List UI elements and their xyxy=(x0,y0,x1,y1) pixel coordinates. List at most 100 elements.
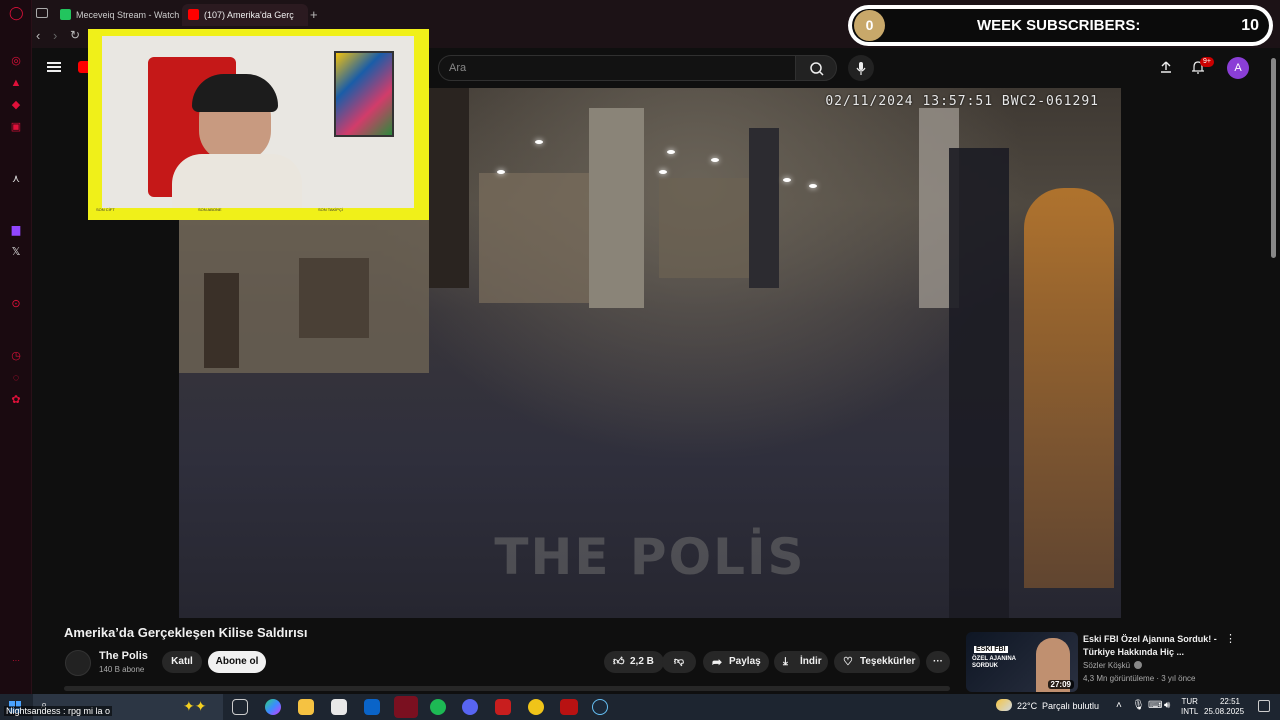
tab-manager-icon[interactable] xyxy=(36,8,48,18)
recommended-title[interactable]: Eski FBI Özel Ajanına Sorduk! - Türkiye … xyxy=(1083,633,1218,659)
sidebar-more-icon[interactable]: ··· xyxy=(9,654,23,668)
weather-temperature[interactable]: 22°C xyxy=(1017,701,1037,711)
sidebar-x-icon[interactable]: 𝕏 xyxy=(9,245,23,259)
sidebar-settings-icon[interactable]: ✿ xyxy=(9,393,23,407)
join-button[interactable]: Katıl xyxy=(162,651,202,673)
mic-icon xyxy=(856,62,866,75)
sidebar-arc-icon[interactable]: ⋏ xyxy=(9,172,23,186)
subscriber-goal-title: WEEK SUBSCRIBERS: xyxy=(977,17,1141,34)
tab-favicon-icon xyxy=(60,9,71,20)
like-button[interactable]: 👍︎ 2,2 B xyxy=(604,651,664,673)
channel-subscriber-count: 140 B abone xyxy=(99,665,145,674)
bodycam-timestamp: 02/11/2024 13:57:51 BWC2-061291 xyxy=(825,94,1099,109)
overlay-label: SON TAKİPÇİ xyxy=(318,207,343,212)
video-scene-door xyxy=(299,258,369,338)
share-button[interactable]: ➦ Paylaş xyxy=(703,651,769,673)
tab-youtube[interactable]: (107) Amerika'da Gerç xyxy=(182,4,308,26)
thumbs-up-icon: 👍︎ xyxy=(613,656,625,668)
search-icon xyxy=(810,62,824,76)
subscriber-goal-overlay: 0 WEEK SUBSCRIBERS: 10 xyxy=(848,5,1273,46)
language-code: TUR xyxy=(1181,697,1198,706)
game-launcher-icon[interactable] xyxy=(495,699,511,715)
sidebar-player-icon[interactable]: ⊙ xyxy=(9,297,23,311)
overlay-label: SON CİFT xyxy=(96,207,115,212)
sidebar-history-icon[interactable]: ◷ xyxy=(9,349,23,363)
recommended-thumbnail[interactable]: ESKİ FBI ÖZEL AJANINA SORDUK 27:09 xyxy=(966,632,1078,692)
ceiling-light xyxy=(497,170,505,174)
steam-icon[interactable] xyxy=(592,699,608,715)
sidebar-shield-icon[interactable]: ◆ xyxy=(9,98,23,112)
menu-icon[interactable] xyxy=(47,62,61,72)
webcam-feed xyxy=(102,36,414,208)
account-avatar[interactable]: A xyxy=(1227,57,1249,79)
sidebar-chat-icon[interactable]: ◌ xyxy=(9,371,23,385)
sidebar-store-icon[interactable]: ▲ xyxy=(9,76,23,90)
volume-icon[interactable]: 🔊︎ xyxy=(1164,700,1170,711)
mic-tray-icon[interactable]: 🎙︎ xyxy=(1132,700,1145,711)
subscribe-button[interactable]: Abone ol xyxy=(208,651,266,673)
outlook-icon[interactable] xyxy=(364,699,380,715)
youtube-favicon-icon xyxy=(188,9,199,20)
sidebar-twitch-icon[interactable]: ▆ xyxy=(9,223,23,237)
weather-description[interactable]: Parçalı bulutlu xyxy=(1042,701,1099,711)
dislike-button[interactable]: 👎︎ xyxy=(662,651,696,673)
video-watermark: THE POLİS xyxy=(494,528,806,586)
streamer-hair xyxy=(192,74,278,112)
recommended-menu-icon[interactable]: ⋮ xyxy=(1225,632,1236,645)
opera-gx-taskbar-icon[interactable] xyxy=(394,696,418,718)
channel-avatar[interactable] xyxy=(65,650,91,676)
thumbs-down-icon: 👎︎ xyxy=(673,656,685,667)
channel-name[interactable]: The Polis xyxy=(99,650,148,662)
weather-icon[interactable] xyxy=(996,699,1012,711)
task-view-icon[interactable] xyxy=(232,699,248,715)
tray-chevron-icon[interactable]: ˄ xyxy=(1116,700,1122,711)
scrollbar-thumb[interactable] xyxy=(1271,58,1276,258)
sidebar-tv-icon[interactable]: ▣ xyxy=(9,120,23,134)
upload-button[interactable] xyxy=(1159,60,1173,74)
share-label: Paylaş xyxy=(729,656,761,667)
search-highlight-icon: ✦✦ xyxy=(183,698,207,714)
store-icon[interactable] xyxy=(331,699,347,715)
thanks-button[interactable]: ♡ Teşekkürler xyxy=(834,651,920,673)
app-icon[interactable] xyxy=(528,699,544,715)
search-input[interactable]: Ara xyxy=(438,55,796,81)
upload-icon xyxy=(1161,61,1171,73)
ceiling-light xyxy=(711,158,719,162)
streamer-shirt xyxy=(172,154,302,208)
download-button[interactable]: ⤓ İndir xyxy=(774,651,828,673)
file-explorer-icon[interactable] xyxy=(298,699,314,715)
search-button[interactable] xyxy=(795,55,837,81)
opera-logo-icon[interactable]: ◯ xyxy=(9,6,24,20)
more-actions-button[interactable]: ··· xyxy=(926,651,950,673)
tab-meceveiq[interactable]: Meceveiq Stream - Watch xyxy=(54,4,202,26)
tab-label: Meceveiq Stream - Watch xyxy=(76,10,180,20)
language-indicator[interactable]: TUR INTL xyxy=(1181,697,1198,717)
forward-icon[interactable]: › xyxy=(53,28,57,43)
back-icon[interactable]: ‹ xyxy=(36,28,40,43)
network-icon[interactable]: ⌨ xyxy=(1148,700,1162,711)
video-title: Amerika’da Gerçekleşen Kilise Saldırısı xyxy=(64,625,308,640)
reload-icon[interactable]: ↻ xyxy=(70,28,80,42)
spotify-icon[interactable] xyxy=(430,699,446,715)
like-count: 2,2 B xyxy=(630,656,654,667)
tab-label: (107) Amerika'da Gerç xyxy=(204,10,294,20)
subscriber-goal-bar: 0 WEEK SUBSCRIBERS: 10 xyxy=(852,9,1269,42)
sidebar-aria-icon[interactable]: ◎ xyxy=(9,54,23,68)
video-scene-wall xyxy=(659,178,759,278)
video-scene-wall xyxy=(479,173,589,303)
voice-search-button[interactable] xyxy=(848,55,874,81)
ceiling-light xyxy=(535,140,543,144)
clock[interactable]: 22:51 25.08.2025 xyxy=(1204,697,1245,717)
verified-icon xyxy=(1134,661,1143,669)
video-editor-icon[interactable] xyxy=(560,699,578,715)
discord-icon[interactable] xyxy=(462,699,478,715)
notification-center-icon[interactable] xyxy=(1258,700,1270,712)
notification-badge: 9+ xyxy=(1200,57,1214,67)
video-scene-pillar xyxy=(429,88,469,288)
new-tab-icon[interactable]: + xyxy=(310,7,318,22)
clock-date: 25.08.2025 xyxy=(1204,707,1245,716)
video-duration: 27:09 xyxy=(1047,680,1074,689)
thanks-label: Teşekkürler xyxy=(860,656,916,667)
copilot-icon[interactable] xyxy=(265,699,281,715)
browser-sidebar: ◯ ◎ ▲ ◆ ▣ ⋏ ▆ 𝕏 ⊙ ◷ ◌ ✿ ··· xyxy=(0,0,32,694)
